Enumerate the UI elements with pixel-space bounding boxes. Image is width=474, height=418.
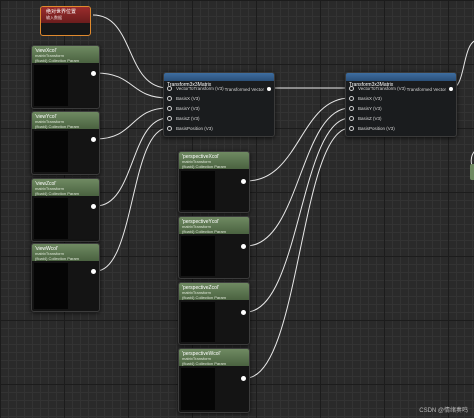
output-label: Transformed Vector (406, 87, 446, 92)
view-x-col-node[interactable]: 'viewXcol' matrixTransform (float4) Coll… (31, 45, 100, 109)
output-pin[interactable] (91, 269, 96, 274)
preview-thumbnail (34, 131, 68, 172)
input-pin-icon[interactable] (167, 106, 172, 112)
input-pin-icon[interactable] (167, 86, 172, 92)
preview-thumbnail (34, 198, 68, 239)
input-label: BasisY (V3) (358, 106, 382, 111)
output-pin[interactable] (241, 310, 246, 315)
input-basis-y[interactable]: BasisY (V3) (349, 105, 382, 113)
input-label: BasisZ (V3) (358, 116, 382, 121)
input-label: BasisY (V3) (176, 106, 200, 111)
input-basis-position[interactable]: BasisPosition (V3) (167, 125, 213, 133)
wire-viewx-to-t1-basisx (95, 72, 169, 99)
perspective-y-col-node[interactable]: 'perspectiveYcol' matrixTransform (float… (178, 216, 250, 279)
preview-thumbnail (34, 65, 68, 106)
wire-param-to-t1-vector (92, 14, 169, 89)
input-label: BasisX (V3) (176, 96, 200, 101)
input-vector-to-transform[interactable]: VectorToTransform (V3) (349, 85, 406, 93)
perspective-z-col-node[interactable]: 'perspectiveZcol' matrixTransform (float… (178, 282, 250, 345)
wire-perspw-to-t2-basispos (245, 127, 351, 379)
node-subtitle-type: (float4) Collection Param (35, 57, 80, 63)
output-pin[interactable] (241, 244, 246, 249)
input-pin-icon[interactable] (167, 126, 172, 132)
node-subtitle-type: (float4) Collection Param (182, 163, 227, 169)
preview-thumbnail (181, 302, 215, 342)
perspective-x-col-node[interactable]: 'perspectiveXcol' matrixTransform (float… (178, 151, 250, 213)
node-subtitle-type: (float4) Collection Param (182, 294, 227, 300)
transform3x3matrix-node-1[interactable]: Transform3x3Matrix VectorToTransform (V3… (163, 72, 275, 137)
input-basis-z[interactable]: BasisZ (V3) (167, 115, 200, 123)
node-subtitle-type: (float4) Collection Param (35, 190, 80, 196)
output-pin[interactable] (91, 137, 96, 142)
param-node-subtitle: 输入数据 (46, 15, 62, 20)
preview-thumbnail (34, 263, 68, 309)
output-pin[interactable] (91, 71, 96, 76)
input-basis-position[interactable]: BasisPosition (V3) (349, 125, 395, 133)
output-pin[interactable] (449, 87, 453, 91)
offscreen-node-edge (470, 164, 474, 180)
input-basis-y[interactable]: BasisY (V3) (167, 105, 200, 113)
preview-thumbnail (181, 236, 215, 276)
input-pin-icon[interactable] (349, 86, 354, 92)
wire-viewy-to-t1-basisy (95, 107, 169, 140)
input-basis-z[interactable]: BasisZ (V3) (349, 115, 382, 123)
output-pin[interactable] (267, 87, 271, 91)
input-label: BasisPosition (V3) (358, 126, 395, 131)
input-vector-to-transform[interactable]: VectorToTransform (V3) (167, 85, 224, 93)
input-pin-icon[interactable] (167, 96, 172, 102)
input-pin-icon[interactable] (349, 106, 354, 112)
input-label: BasisZ (V3) (176, 116, 200, 121)
input-basis-x[interactable]: BasisX (V3) (167, 95, 200, 103)
view-z-col-node[interactable]: 'viewZcol' matrixTransform (float4) Coll… (31, 178, 100, 242)
input-basis-x[interactable]: BasisX (V3) (349, 95, 382, 103)
output-label: Transformed Vector (224, 87, 264, 92)
input-pin-icon[interactable] (349, 126, 354, 132)
wire-perspz-to-t2-basisz (245, 117, 351, 313)
input-label: VectorToTransform (V3) (358, 86, 406, 91)
input-pin-icon[interactable] (349, 116, 354, 122)
input-label: BasisPosition (V3) (176, 126, 213, 131)
perspective-w-col-node[interactable]: 'perspectiveWcol' matrixTransform (float… (178, 348, 250, 413)
node-subtitle-type: (float4) Collection Param (182, 360, 227, 366)
output-pin[interactable] (241, 376, 246, 381)
watermark: CSDN @情绪奏鸣 (419, 408, 468, 414)
node-subtitle-type: (float4) Collection Param (35, 123, 80, 129)
view-y-col-node[interactable]: 'viewYcol' matrixTransform (float4) Coll… (31, 111, 100, 175)
input-label: VectorToTransform (V3) (176, 86, 224, 91)
graph-canvas[interactable]: 绝对世界位置 输入数据 'viewXcol' matrixTransform (… (0, 0, 474, 418)
output-pin[interactable] (91, 204, 96, 209)
transform3x3matrix-node-2[interactable]: Transform3x3Matrix VectorToTransform (V3… (345, 72, 457, 137)
input-pin-icon[interactable] (349, 96, 354, 102)
node-subtitle-type: (float4) Collection Param (35, 255, 80, 261)
output-pin[interactable] (241, 179, 246, 184)
input-pin-icon[interactable] (167, 116, 172, 122)
preview-thumbnail (181, 368, 215, 410)
wire-vieww-to-t1-basispos (95, 127, 169, 272)
node-subtitle-type: (float4) Collection Param (182, 228, 227, 234)
preview-thumbnail (181, 171, 215, 210)
absolute-world-position-node[interactable]: 绝对世界位置 输入数据 (40, 6, 91, 36)
input-label: BasisX (V3) (358, 96, 382, 101)
wire-viewz-to-t1-basisz (95, 117, 169, 207)
view-w-col-node[interactable]: 'viewWcol' matrixTransform (float4) Coll… (31, 243, 100, 312)
